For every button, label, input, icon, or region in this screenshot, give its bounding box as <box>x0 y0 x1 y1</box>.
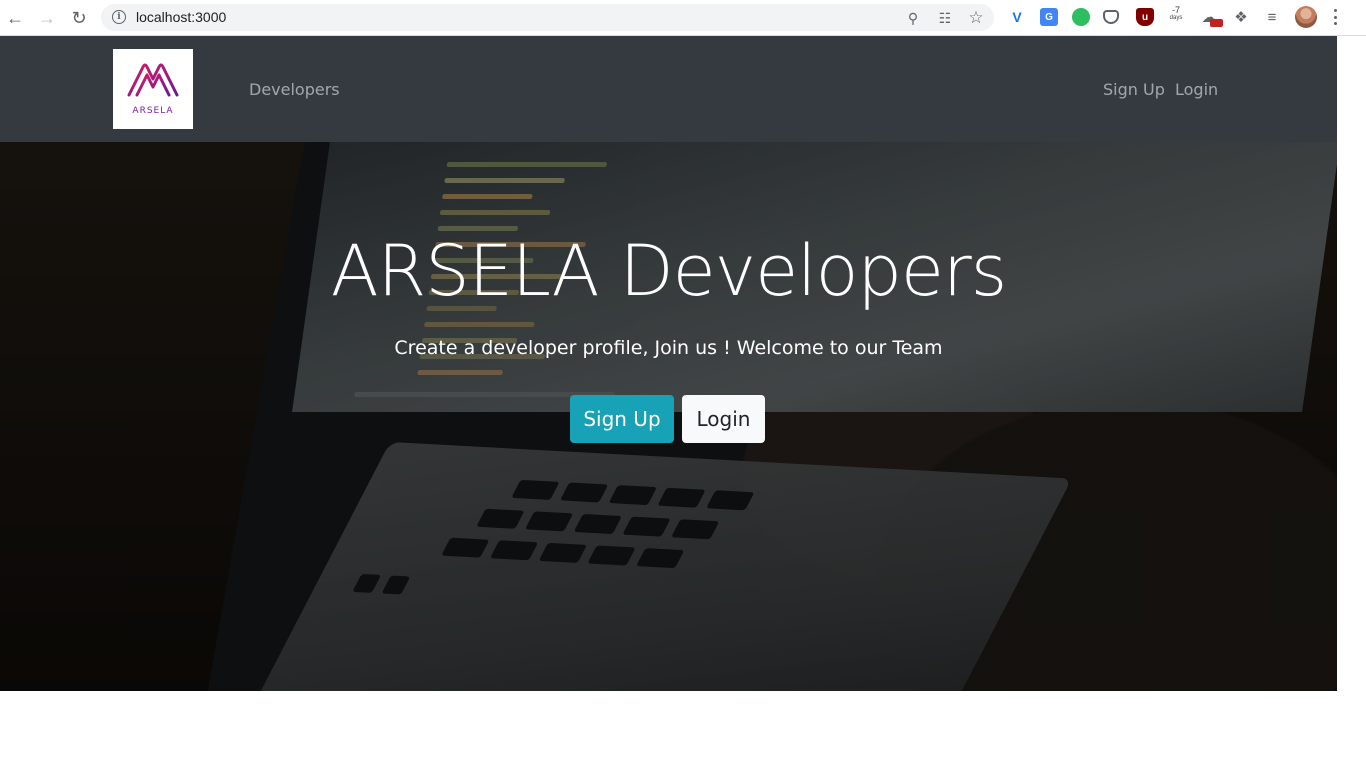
address-bar[interactable]: i localhost:3000 ⚲ ☷ ☆ <box>101 4 994 31</box>
google-translate-icon[interactable]: G <box>1040 8 1058 26</box>
days-counter-unit: days <box>1169 15 1183 21</box>
pocket-icon[interactable] <box>1103 10 1119 24</box>
logo-text: ARSELA <box>132 106 174 116</box>
url-text: localhost:3000 <box>136 9 227 25</box>
profile-avatar[interactable] <box>1295 6 1317 28</box>
reload-icon[interactable]: ↻ <box>68 7 90 29</box>
browser-menu-icon[interactable] <box>1334 9 1338 25</box>
evernote-icon[interactable] <box>1072 8 1090 26</box>
browser-toolbar: ← → ↻ i localhost:3000 ⚲ ☷ ☆ V G u -7 da… <box>0 0 1366 36</box>
translate-icon[interactable]: ☷ <box>936 9 954 27</box>
days-counter-extension[interactable]: -7 days <box>1167 6 1185 22</box>
hero-title: ARSELA Developers <box>330 230 1007 312</box>
key-icon[interactable]: ⚲ <box>904 9 922 27</box>
brand-logo[interactable]: ARSELA <box>113 49 193 129</box>
site-info-icon[interactable]: i <box>112 10 126 24</box>
nav-link-developers[interactable]: Developers <box>249 80 340 99</box>
site-navbar: ARSELA Developers Sign Up Login <box>0 36 1337 142</box>
hero-login-button[interactable]: Login <box>682 395 765 443</box>
hero-subtitle: Create a developer profile, Join us ! We… <box>394 337 943 359</box>
extension-v-icon[interactable]: V <box>1008 8 1026 26</box>
extension-badge <box>1210 19 1223 27</box>
nav-link-login[interactable]: Login <box>1175 80 1218 99</box>
ublock-icon[interactable]: u <box>1136 8 1154 26</box>
arsela-logo-icon <box>127 63 179 97</box>
reading-list-icon[interactable]: ≡ <box>1263 8 1281 26</box>
hero-sign-up-button[interactable]: Sign Up <box>570 395 674 443</box>
puzzle-extensions-icon[interactable]: ❖ <box>1232 8 1250 26</box>
days-counter-value: -7 <box>1171 5 1180 15</box>
back-arrow-icon[interactable]: ← <box>4 7 26 29</box>
bookmark-star-icon[interactable]: ☆ <box>967 8 985 27</box>
nav-link-sign-up[interactable]: Sign Up <box>1103 80 1165 99</box>
hero-section: ARSELA Developers Create a developer pro… <box>0 142 1337 691</box>
forward-arrow-icon[interactable]: → <box>36 7 58 29</box>
